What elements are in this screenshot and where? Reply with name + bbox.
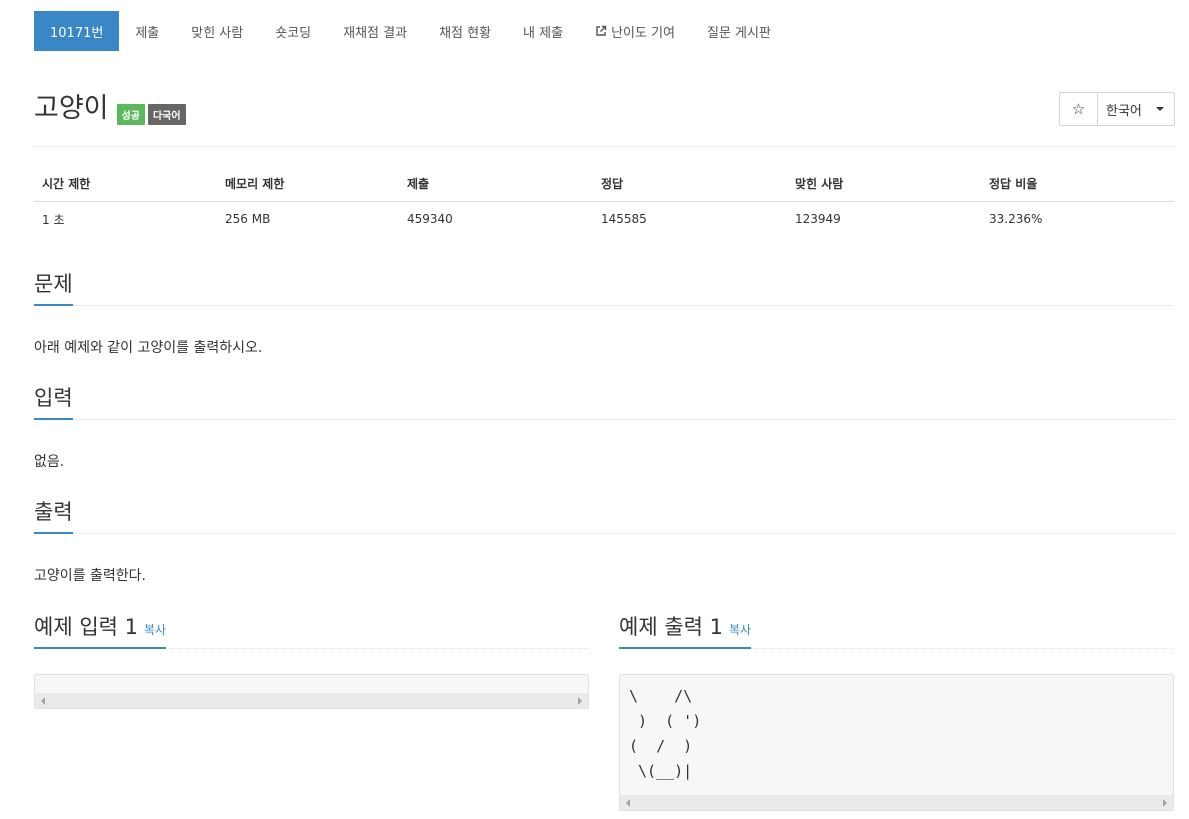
nav-item-judge-status[interactable]: 채점 현황 (423, 11, 507, 51)
header-time-limit: 시간 제한 (34, 167, 217, 202)
nav-item-solvers[interactable]: 맞힌 사람 (175, 11, 259, 51)
sample-input-copy-button[interactable]: 복사 (144, 623, 166, 637)
scroll-left-icon[interactable] (626, 799, 630, 807)
nav-item-label: 제출 (135, 25, 160, 41)
nav-item-label: 채점 현황 (439, 25, 492, 41)
sample-input-header: 예제 입력 1 복사 (34, 613, 589, 649)
favorite-button[interactable]: ☆ (1060, 93, 1098, 125)
accept-ratio-value: 33.236% (989, 212, 1043, 227)
sample-output-box[interactable]: \ /\ ) ( ') ( / ) \(__)| (619, 674, 1174, 811)
nav-item-my-submissions[interactable]: 내 제출 (507, 11, 579, 51)
sample-input-title: 예제 입력 1 (34, 615, 138, 639)
nav-item-problem-number[interactable]: 10171번 (34, 11, 120, 51)
scroll-right-icon[interactable] (1163, 799, 1167, 807)
table-row: 1 초 256 MB 459340 145585 123949 33.236% (34, 201, 1174, 237)
nav-item-difficulty-contribution[interactable]: 난이도 기여 (579, 11, 691, 51)
caret-down-icon (1155, 107, 1164, 111)
nav-item-submit[interactable]: 제출 (119, 11, 175, 51)
header-accepted: 정답 (593, 167, 787, 202)
header-accept-ratio: 정답 비율 (981, 167, 1174, 202)
nav-item-label: 맞힌 사람 (191, 25, 244, 41)
nav-item-label: 재채점 결과 (343, 25, 408, 41)
language-dropdown[interactable]: 한국어 (1098, 93, 1174, 125)
input-text: 없음. (34, 454, 65, 470)
submissions-value: 459340 (407, 212, 453, 227)
table-header-row: 시간 제한 메모리 제한 제출 정답 맞힌 사람 정답 비율 (34, 167, 1174, 202)
nav-item-label: 내 제출 (523, 25, 564, 41)
output-text: 고양이를 출력한다. (34, 568, 146, 584)
description-section-header: 문제 (34, 269, 1174, 306)
scroll-right-icon[interactable] (578, 697, 582, 705)
sample-output-copy-button[interactable]: 복사 (729, 623, 751, 637)
description-heading: 문제 (34, 269, 73, 306)
time-limit-value: 1 초 (42, 212, 65, 227)
accepted-value: 145585 (601, 212, 647, 227)
sample-output-header: 예제 출력 1 복사 (619, 613, 1174, 649)
nav-item-label: 숏코딩 (275, 25, 312, 41)
sample-output-content: \ /\ ) ( ') ( / ) \(__)| (629, 687, 702, 780)
problem-info-table: 시간 제한 메모리 제한 제출 정답 맞힌 사람 정답 비율 1 초 256 M… (34, 167, 1174, 237)
nav-item-label: 10171번 (50, 25, 104, 41)
sample-output-heading: 예제 출력 1 복사 (619, 613, 752, 649)
header-submissions: 제출 (399, 167, 593, 202)
nav-item-label: 난이도 기여 (611, 25, 675, 41)
scroll-left-icon[interactable] (41, 697, 45, 705)
nav-item-label: 질문 게시판 (707, 25, 771, 41)
multilang-badge: 다국어 (147, 103, 186, 125)
memory-limit-value: 256 MB (225, 212, 271, 227)
problem-nav: 10171번 제출 맞힌 사람 숏코딩 재채점 결과 채점 현황 내 제출 난이… (34, 11, 787, 51)
nav-item-rejudge-results[interactable]: 재채점 결과 (327, 11, 423, 51)
language-dropdown-label: 한국어 (1106, 103, 1142, 119)
problem-title-row: 고양이 성공 다국어 (34, 92, 189, 126)
sample-input-box[interactable] (34, 674, 589, 709)
sample-input-scrollbar[interactable] (35, 693, 588, 708)
header-memory-limit: 메모리 제한 (217, 167, 399, 202)
input-section-header: 입력 (34, 383, 1174, 420)
output-section-header: 출력 (34, 497, 1174, 534)
sample-output-title: 예제 출력 1 (619, 615, 723, 639)
sample-output-scrollbar[interactable] (620, 795, 1173, 810)
nav-item-qna-board[interactable]: 질문 게시판 (691, 11, 787, 51)
external-link-icon (596, 25, 607, 36)
problem-title: 고양이 (34, 93, 109, 124)
description-text: 아래 예제와 같이 고양이를 출력하시오. (34, 340, 263, 356)
success-badge: 성공 (116, 103, 145, 125)
input-heading: 입력 (34, 383, 73, 420)
solvers-value: 123949 (795, 212, 841, 227)
output-heading: 출력 (34, 497, 73, 534)
problem-page: 10171번 제출 맞힌 사람 숏코딩 재채점 결과 채점 현황 내 제출 난이… (0, 0, 1189, 819)
title-divider (34, 146, 1174, 147)
header-solvers: 맞힌 사람 (787, 167, 981, 202)
sample-input-heading: 예제 입력 1 복사 (34, 613, 167, 649)
problem-toolbar: ☆ 한국어 (1059, 92, 1175, 126)
star-outline-icon: ☆ (1071, 100, 1086, 118)
sample-input-content (35, 675, 588, 684)
nav-item-short-coding[interactable]: 숏코딩 (259, 11, 327, 51)
